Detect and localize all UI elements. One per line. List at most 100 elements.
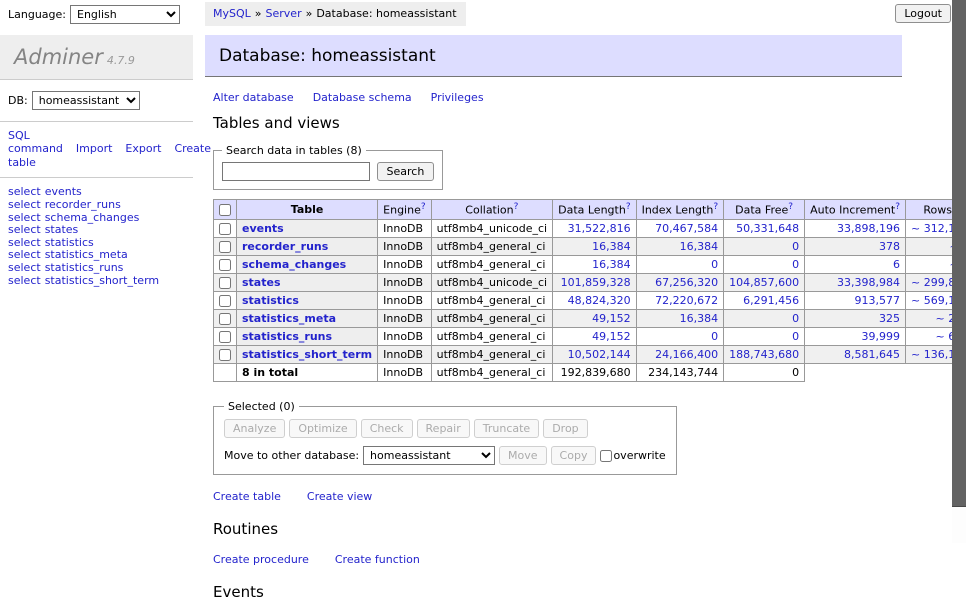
- row-checkbox[interactable]: [219, 349, 231, 361]
- data-free-link[interactable]: 0: [792, 330, 799, 343]
- data-length-link[interactable]: 16,384: [592, 258, 631, 271]
- index-length-link[interactable]: 0: [711, 330, 718, 343]
- logout-button[interactable]: Logout: [895, 4, 951, 23]
- index-length-link[interactable]: 72,220,672: [655, 294, 718, 307]
- row-checkbox[interactable]: [219, 259, 231, 271]
- scrollbar[interactable]: [952, 0, 966, 543]
- auto-increment-link[interactable]: 33,898,196: [837, 222, 900, 235]
- create-table-link-bottom[interactable]: Create table: [213, 490, 281, 503]
- copy-button[interactable]: Copy: [551, 446, 597, 465]
- row-checkbox[interactable]: [219, 277, 231, 289]
- data-free-link[interactable]: 6,291,456: [743, 294, 799, 307]
- table-link[interactable]: recorder_runs: [45, 198, 121, 211]
- data-length-link[interactable]: 10,502,144: [568, 348, 631, 361]
- auto-increment-link[interactable]: 8,581,645: [844, 348, 900, 361]
- sql-command-link[interactable]: SQL command: [8, 129, 63, 155]
- analyze-button[interactable]: Analyze: [224, 419, 285, 438]
- column-help-link[interactable]: ?: [895, 202, 900, 212]
- table-link[interactable]: statistics_runs: [45, 261, 124, 274]
- table-link[interactable]: statistics: [45, 236, 94, 249]
- overwrite-checkbox[interactable]: [600, 450, 612, 462]
- drop-button[interactable]: Drop: [543, 419, 587, 438]
- column-help-link[interactable]: ?: [626, 202, 631, 212]
- row-checkbox[interactable]: [219, 295, 231, 307]
- column-help-link[interactable]: ?: [421, 202, 426, 212]
- data-free-link[interactable]: 0: [792, 312, 799, 325]
- data-free-link[interactable]: 188,743,680: [729, 348, 799, 361]
- select-link[interactable]: select: [8, 274, 41, 287]
- select-link[interactable]: select: [8, 185, 41, 198]
- row-checkbox[interactable]: [219, 313, 231, 325]
- breadcrumb-link-mysql[interactable]: MySQL: [213, 7, 251, 20]
- auto-increment-link[interactable]: 39,999: [862, 330, 901, 343]
- import-link[interactable]: Import: [76, 142, 113, 155]
- select-link[interactable]: select: [8, 211, 41, 224]
- table-name-link[interactable]: events: [242, 222, 284, 235]
- auto-increment-link[interactable]: 325: [879, 312, 900, 325]
- data-length-link[interactable]: 49,152: [592, 312, 631, 325]
- data-length-link[interactable]: 101,859,328: [561, 276, 631, 289]
- select-link[interactable]: select: [8, 248, 41, 261]
- auto-increment-link[interactable]: 378: [879, 240, 900, 253]
- table-link[interactable]: statistics_short_term: [45, 274, 159, 287]
- auto-increment-link[interactable]: 913,577: [855, 294, 901, 307]
- data-free-link[interactable]: 0: [792, 258, 799, 271]
- breadcrumb-link-server[interactable]: Server: [266, 7, 302, 20]
- move-db-select[interactable]: homeassistant: [363, 446, 495, 465]
- export-link[interactable]: Export: [125, 142, 161, 155]
- data-length-link[interactable]: 31,522,816: [568, 222, 631, 235]
- index-length-link[interactable]: 70,467,584: [655, 222, 718, 235]
- table-name-link[interactable]: statistics: [242, 294, 299, 307]
- optimize-button[interactable]: Optimize: [289, 419, 356, 438]
- table-link[interactable]: statistics_meta: [45, 248, 128, 261]
- table-name-link[interactable]: states: [242, 276, 281, 289]
- data-length-link[interactable]: 16,384: [592, 240, 631, 253]
- index-length-link[interactable]: 24,166,400: [655, 348, 718, 361]
- privileges-link[interactable]: Privileges: [431, 91, 484, 104]
- column-help-link[interactable]: ?: [788, 202, 793, 212]
- table-link[interactable]: schema_changes: [45, 211, 140, 224]
- search-input[interactable]: [222, 162, 370, 181]
- select-link[interactable]: select: [8, 198, 41, 211]
- select-all-checkbox[interactable]: [219, 204, 231, 216]
- column-help-link[interactable]: ?: [713, 202, 718, 212]
- index-length-link[interactable]: 67,256,320: [655, 276, 718, 289]
- data-free-link[interactable]: 0: [792, 240, 799, 253]
- truncate-button[interactable]: Truncate: [474, 419, 539, 438]
- data-free-link[interactable]: 104,857,600: [729, 276, 799, 289]
- column-help-link[interactable]: ?: [514, 202, 519, 212]
- create-procedure-link[interactable]: Create procedure: [213, 553, 309, 566]
- select-link[interactable]: select: [8, 261, 41, 274]
- table-name-link[interactable]: statistics_short_term: [242, 348, 372, 361]
- create-view-link[interactable]: Create view: [307, 490, 372, 503]
- select-link[interactable]: select: [8, 236, 41, 249]
- check-button[interactable]: Check: [361, 419, 413, 438]
- row-checkbox[interactable]: [219, 331, 231, 343]
- create-function-link[interactable]: Create function: [335, 553, 420, 566]
- table-name-link[interactable]: statistics_meta: [242, 312, 336, 325]
- index-length-link[interactable]: 0: [711, 258, 718, 271]
- data-free-link[interactable]: 50,331,648: [736, 222, 799, 235]
- db-select[interactable]: homeassistant: [32, 91, 140, 110]
- auto-increment-link[interactable]: 33,398,984: [837, 276, 900, 289]
- data-length-link[interactable]: 48,824,320: [568, 294, 631, 307]
- table-name-link[interactable]: schema_changes: [242, 258, 346, 271]
- search-button[interactable]: Search: [377, 162, 435, 181]
- database-schema-link[interactable]: Database schema: [313, 91, 412, 104]
- row-checkbox[interactable]: [219, 223, 231, 235]
- repair-button[interactable]: Repair: [417, 419, 470, 438]
- row-checkbox[interactable]: [219, 241, 231, 253]
- alter-database-link[interactable]: Alter database: [213, 91, 294, 104]
- language-select[interactable]: English: [70, 5, 180, 24]
- table-name-link[interactable]: recorder_runs: [242, 240, 328, 253]
- table-name-link[interactable]: statistics_runs: [242, 330, 332, 343]
- select-link[interactable]: select: [8, 223, 41, 236]
- index-length-link[interactable]: 16,384: [680, 312, 719, 325]
- data-length-link[interactable]: 49,152: [592, 330, 631, 343]
- scrollbar-thumb[interactable]: [952, 0, 966, 507]
- move-button[interactable]: Move: [499, 446, 547, 465]
- table-link[interactable]: states: [45, 223, 79, 236]
- table-link[interactable]: events: [45, 185, 82, 198]
- index-length-link[interactable]: 16,384: [680, 240, 719, 253]
- auto-increment-link[interactable]: 6: [893, 258, 900, 271]
